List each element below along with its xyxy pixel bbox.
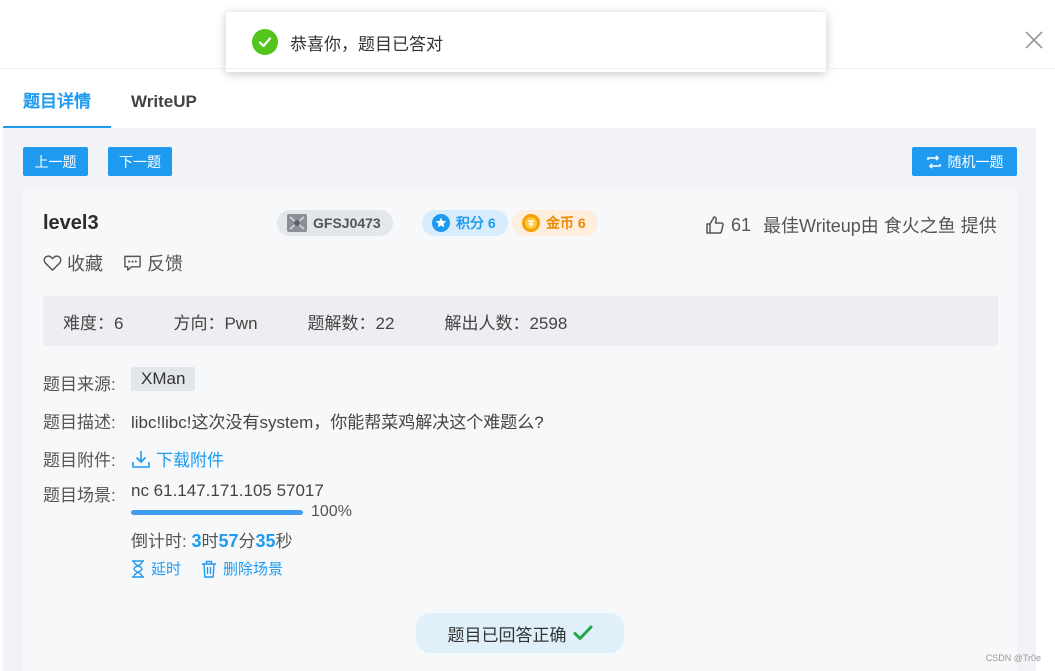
challenge-title: level3 [43, 212, 99, 234]
delete-scene-label: 删除场景 [223, 561, 284, 578]
coin-badge: 金币 6 [512, 210, 598, 236]
likes-info: 61 最佳Writeup由 食火之鱼 提供 [705, 212, 997, 238]
tabs-divider [0, 68, 1055, 69]
tab-writeup[interactable]: WriteUP [111, 80, 217, 128]
tab-details[interactable]: 题目详情 [3, 80, 111, 128]
coin-icon [522, 214, 540, 232]
stats-bar: 难度：6 方向：Pwn 题解数：22 解出人数：2598 [43, 296, 998, 346]
check-circle-icon [252, 29, 278, 55]
favorite-button[interactable]: 收藏 [43, 250, 103, 276]
watermark: CSDN @Tr0e [985, 653, 1041, 663]
challenge-card: level3 GFSJ0473 积分 6 金币 6 61 最佳Writeup由 … [23, 188, 1017, 671]
toast-message: 恭喜你，题目已答对 [290, 34, 443, 54]
scene-label: 题目场景: [43, 486, 116, 505]
attachment-row: 题目附件: 下载附件 [43, 446, 224, 471]
random-challenge-button[interactable]: 随机一题 [912, 147, 1017, 176]
challenge-panel: 上一题 下一题 随机一题 level3 GFSJ0473 积分 6 金币 6 6… [3, 128, 1036, 671]
tab-bar: 题目详情 WriteUP [3, 80, 217, 128]
scene-address[interactable]: nc 61.147.171.105 57017 [131, 481, 352, 501]
countdown: 倒计时: 3时57分35秒 [131, 527, 352, 552]
countdown-minutes: 57 [218, 531, 239, 551]
scene-progress: 100% [131, 503, 352, 521]
scene-info: nc 61.147.171.105 57017 100% 倒计时: 3时57分3… [131, 481, 352, 552]
author-name: GFSJ0473 [313, 215, 381, 231]
answered-label: 题目已回答正确 [447, 625, 567, 645]
trash-icon [202, 560, 217, 578]
scene-row: 题目场景: nc 61.147.171.105 57017 100% 倒计时: … [43, 481, 352, 552]
attachment-label: 题目附件: [43, 451, 116, 470]
random-challenge-label: 随机一题 [947, 153, 1004, 170]
scene-actions: 延时 删除场景 [131, 558, 303, 579]
comment-icon [124, 255, 141, 271]
difficulty-stat: 难度：6 [63, 313, 124, 333]
minute-unit: 分 [238, 532, 256, 551]
progress-fill [131, 509, 303, 515]
thumbs-up-icon[interactable] [705, 215, 725, 235]
success-toast: 恭喜你，题目已答对 [226, 12, 826, 72]
countdown-seconds: 35 [255, 531, 276, 551]
download-attachment-link[interactable]: 下载附件 [131, 446, 224, 471]
description-text: libc!libc!这次没有system，你能帮菜鸡解决这个难题么? [131, 413, 544, 432]
feedback-label: 反馈 [147, 254, 183, 274]
second-unit: 秒 [275, 532, 293, 551]
card-actions: 收藏 反馈 [43, 250, 203, 276]
source-row: 题目来源: XMan [43, 367, 196, 395]
feedback-button[interactable]: 反馈 [123, 250, 183, 276]
check-icon [573, 625, 592, 640]
coin-label: 金币 6 [546, 215, 586, 231]
score-label: 积分 6 [456, 215, 496, 231]
hour-unit: 时 [201, 532, 219, 551]
download-icon [132, 450, 150, 468]
best-writeup-text[interactable]: 最佳Writeup由 食火之鱼 提供 [763, 212, 997, 238]
source-tag: XMan [131, 367, 196, 391]
delete-scene-button[interactable]: 删除场景 [201, 558, 283, 579]
description-label: 题目描述: [43, 413, 116, 432]
score-icon [432, 214, 450, 232]
favorite-label: 收藏 [67, 254, 103, 274]
heart-icon [43, 255, 62, 272]
direction-stat: 方向：Pwn [173, 313, 258, 333]
source-label: 题目来源: [43, 375, 116, 394]
user-avatar-icon [287, 214, 307, 232]
description-row: 题目描述: libc!libc!这次没有system，你能帮菜鸡解决这个难题么? [43, 408, 544, 433]
answered-status: 题目已回答正确 [416, 613, 624, 653]
next-challenge-button[interactable]: 下一题 [108, 147, 172, 176]
close-icon[interactable] [1022, 28, 1046, 52]
prev-challenge-button[interactable]: 上一题 [23, 147, 88, 176]
download-label: 下载附件 [156, 451, 224, 470]
countdown-prefix: 倒计时: [131, 532, 192, 551]
author-badge[interactable]: GFSJ0473 [277, 210, 393, 236]
shuffle-icon [926, 154, 941, 169]
hourglass-icon [132, 559, 144, 578]
solvers-stat: 解出人数：2598 [444, 313, 568, 333]
progress-track [131, 509, 303, 515]
solve-count-stat: 题解数：22 [307, 313, 395, 333]
countdown-hours: 3 [191, 531, 202, 551]
progress-percent: 100% [311, 503, 352, 520]
likes-count: 61 [731, 214, 752, 235]
score-badge: 积分 6 [422, 210, 508, 236]
extend-time-button[interactable]: 延时 [131, 558, 181, 579]
extend-time-label: 延时 [151, 561, 182, 578]
